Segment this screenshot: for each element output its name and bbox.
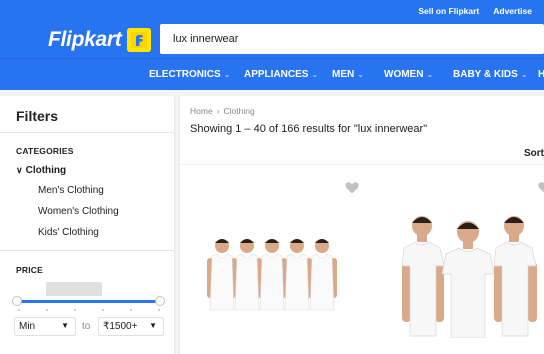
slider-tick [74, 309, 76, 311]
caret-down-icon: ▼ [149, 321, 157, 330]
nav-item-men[interactable]: MEN ⌄ [332, 59, 364, 91]
chevron-down-icon: ∨ [16, 165, 23, 175]
price-slider-max-handle[interactable] [155, 296, 165, 306]
product-image-tshirt-pack[interactable] [402, 210, 544, 338]
nav-label: BABY & KIDS [453, 69, 518, 80]
flipkart-logo[interactable]: Flipkart [48, 28, 152, 52]
category-parent-label: Clothing [25, 165, 67, 176]
chevron-down-icon: ⌄ [357, 70, 364, 79]
category-womens-clothing[interactable]: Women's Clothing [38, 206, 119, 217]
nav-label: APPLIANCES [244, 69, 309, 80]
results-panel: Home › Clothing Showing 1 – 40 of 166 re… [180, 96, 544, 354]
chevron-down-icon: ⌄ [426, 70, 434, 79]
price-slider-track[interactable] [17, 300, 160, 303]
breadcrumb: Home › Clothing [190, 106, 255, 116]
breadcrumb-home[interactable]: Home [190, 106, 213, 116]
slider-tick [158, 309, 160, 311]
nav-item-appliances[interactable]: APPLIANCES ⌄ [244, 59, 318, 91]
divider [0, 132, 174, 133]
search-input[interactable] [173, 24, 533, 54]
chevron-down-icon: ⌄ [520, 70, 528, 79]
price-histogram [46, 282, 102, 296]
nav-label: H [538, 69, 544, 80]
category-kids-clothing[interactable]: Kids' Clothing [38, 227, 99, 238]
filters-title: Filters [16, 108, 59, 124]
categories-label: CATEGORIES [16, 146, 74, 156]
divider [180, 164, 544, 165]
category-mens-clothing[interactable]: Men's Clothing [38, 185, 104, 196]
nav-item-baby-kids[interactable]: BABY & KIDS ⌄ [453, 59, 528, 91]
flipkart-bag-icon [127, 28, 152, 52]
results-count: Showing 1 – 40 of 166 results for "lux i… [190, 123, 428, 135]
slider-tick [18, 309, 20, 311]
price-max-select[interactable]: ₹1500+ ▼ [98, 317, 164, 336]
price-max-value: ₹1500+ [103, 321, 138, 332]
price-slider-min-handle[interactable] [12, 296, 22, 306]
slider-tick [130, 309, 132, 311]
nav-item-women[interactable]: WOMEN ⌄ [384, 59, 433, 91]
nav-item-electronics[interactable]: ELECTRONICS ⌄ [149, 59, 230, 91]
top-links: Sell on Flipkart Advertise [418, 6, 532, 16]
price-to-label: to [82, 321, 91, 332]
caret-down-icon: ▼ [61, 321, 69, 330]
slider-tick [46, 309, 48, 311]
nav-label: WOMEN [384, 69, 424, 80]
price-min-value: Min [19, 321, 36, 332]
nav-item-home[interactable]: H [538, 59, 544, 91]
chevron-down-icon: ⌄ [311, 70, 319, 79]
sell-on-flipkart-link[interactable]: Sell on Flipkart [418, 6, 479, 16]
advertise-link[interactable]: Advertise [493, 6, 532, 16]
price-label: PRICE [16, 265, 43, 275]
header-bar: Sell on Flipkart Advertise Flipkart [0, 0, 544, 58]
slider-tick [102, 309, 104, 311]
wishlist-heart-icon[interactable] [538, 182, 544, 194]
logo-text: Flipkart [48, 28, 122, 51]
sort-label: Sort [524, 148, 544, 159]
chevron-down-icon: ⌄ [223, 70, 231, 79]
chevron-right-icon: › [216, 106, 220, 116]
breadcrumb-clothing[interactable]: Clothing [224, 106, 255, 116]
product-image-vest-pack[interactable] [204, 232, 364, 316]
filters-sidebar: Filters CATEGORIES ∨ Clothing Men's Cloth… [0, 96, 174, 354]
search-box [160, 24, 544, 54]
category-nav: ELECTRONICS ⌄ APPLIANCES ⌄ MEN ⌄ WOMEN ⌄ BAB… [0, 58, 544, 90]
page: Sell on Flipkart Advertise Flipkart ELEC… [0, 0, 544, 354]
category-clothing[interactable]: ∨ Clothing [16, 165, 66, 176]
nav-label: MEN [332, 69, 355, 80]
price-min-select[interactable]: Min ▼ [14, 317, 76, 336]
divider [0, 250, 174, 251]
nav-label: ELECTRONICS [149, 69, 221, 80]
wishlist-heart-icon[interactable] [345, 182, 359, 194]
